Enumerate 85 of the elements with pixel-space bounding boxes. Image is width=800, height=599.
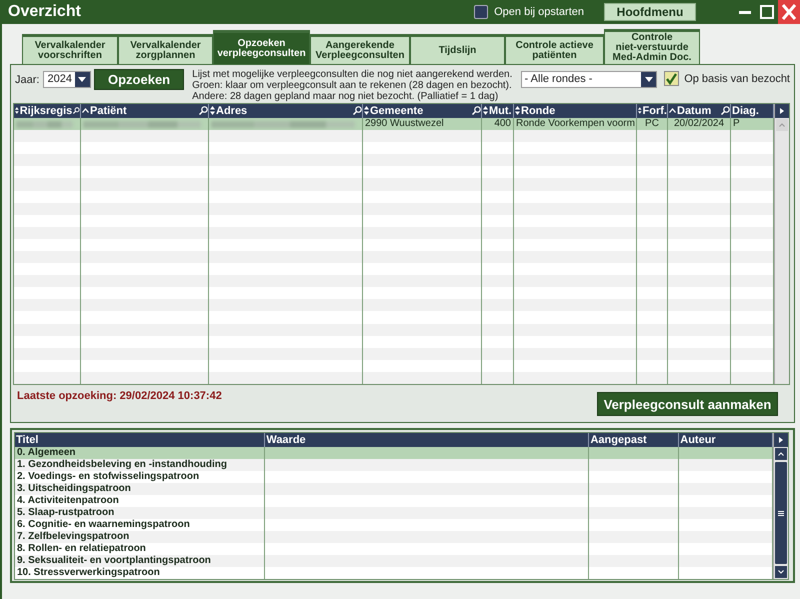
table-cell: 2990 Wuustwezel bbox=[365, 118, 444, 129]
column-title: Aangepast bbox=[590, 434, 647, 446]
sort-arrows-icon bbox=[483, 106, 488, 116]
window-title: Overzicht bbox=[8, 3, 82, 21]
table-cell: 10. Stressverwerkingspatroon bbox=[17, 567, 160, 578]
table-row[interactable]: 9. Seksualiteit- en voortplantingspatroon bbox=[15, 555, 773, 567]
search-icon bbox=[472, 106, 481, 116]
sort-caret-icon bbox=[669, 108, 676, 114]
table-cell: 5. Slaap-rustpatroon bbox=[17, 507, 114, 518]
tab[interactable]: Opzoeken verpleegconsulten bbox=[213, 30, 310, 64]
sort-arrows-icon bbox=[210, 106, 215, 116]
table-cell: PC bbox=[645, 118, 659, 129]
tab[interactable]: Controle actieve patiënten bbox=[505, 34, 604, 64]
create-consult-button[interactable]: Verpleegconsult aanmaken bbox=[597, 392, 778, 416]
scroll-down-button[interactable] bbox=[775, 566, 787, 578]
table-cell: 2. Voedings- en stofwisselingspatroon bbox=[17, 471, 200, 482]
table-cell: 1. Gezondheidsbeleving en -instandhouding bbox=[17, 459, 228, 470]
tab[interactable]: Tijdslijn bbox=[410, 34, 505, 64]
column-title: Mut. bbox=[489, 104, 512, 117]
table-row[interactable]: 1. Gezondheidsbeleving en -instandhouding bbox=[15, 459, 773, 471]
table-row[interactable]: 3. Uitscheidingspatroon bbox=[15, 483, 773, 495]
table-cell: 3. Uitscheidingspatroon bbox=[17, 483, 131, 494]
table-cell: 9. Seksualiteit- en voortplantingspatroon bbox=[17, 555, 211, 566]
caret-icon bbox=[644, 77, 653, 82]
caret-down-icon bbox=[778, 570, 784, 574]
table-row[interactable]: 0. Algemeen bbox=[15, 447, 773, 459]
column-title: Patiënt bbox=[90, 104, 127, 117]
search-icon bbox=[353, 106, 362, 116]
year-dropdown[interactable]: 2024 bbox=[43, 71, 91, 88]
table-cell: 0. Algemeen bbox=[17, 447, 76, 458]
caret-up-icon bbox=[779, 123, 785, 127]
caret-right-icon bbox=[780, 108, 784, 114]
column-title: Adres bbox=[216, 104, 248, 117]
tab[interactable]: Vervalkalender voorschriften bbox=[22, 34, 118, 64]
checkbox[interactable] bbox=[474, 5, 488, 19]
table-cell: 4. Activiteitenpatroon bbox=[17, 495, 119, 506]
search-icon bbox=[721, 106, 730, 116]
table-row[interactable]: 5. Slaap-rustpatroon bbox=[15, 507, 773, 519]
sort-caret-icon bbox=[82, 108, 89, 114]
column-title: Datum bbox=[677, 104, 712, 117]
tab[interactable]: Aangerekende Verpleegconsulten bbox=[310, 34, 410, 64]
close-icon[interactable] bbox=[778, 0, 800, 24]
caret-right-icon bbox=[779, 437, 783, 443]
caret-up-icon bbox=[778, 452, 784, 456]
table-row[interactable]: 2990 Wuustwezel 400 Ronde Voorkempen voorm PC 20/02/2024 P bbox=[14, 118, 774, 130]
table-row[interactable]: 7. Zelfbelevingspatroon bbox=[15, 531, 773, 543]
column-title: Auteur bbox=[680, 434, 716, 446]
info-text: Lijst met mogelijke verpleegconsulten die nog niet aangerekend werden. bbox=[192, 69, 514, 80]
search-icon bbox=[73, 106, 80, 116]
main-menu-button[interactable]: Hoofdmenu bbox=[604, 3, 696, 21]
checkbox-label: Open bij opstarten bbox=[494, 6, 584, 18]
column-title: Ronde bbox=[521, 104, 556, 117]
column-title: Forf. bbox=[642, 104, 667, 117]
column-title: Diag. bbox=[732, 104, 759, 117]
table-cell: 7. Zelfbelevingspatroon bbox=[17, 531, 130, 542]
column-title: Gemeente bbox=[370, 104, 424, 117]
caret-icon bbox=[78, 77, 86, 82]
round-dropdown[interactable]: - Alle rondes - bbox=[520, 71, 658, 88]
scroll-up-button[interactable] bbox=[775, 448, 787, 460]
year-label: Jaar: bbox=[15, 74, 40, 86]
table-cell: 6. Cognitie- en waarnemingspatroon bbox=[17, 519, 190, 530]
tab[interactable]: Controle niet-verstuurde Med-Admin Doc. bbox=[604, 29, 700, 64]
tab[interactable]: Vervalkalender zorgplannen bbox=[118, 34, 213, 64]
last-search-text: Laatste opzoeking: 29/02/2024 10:37:42 bbox=[17, 390, 222, 402]
sort-arrows-icon bbox=[638, 106, 642, 116]
blurred-text bbox=[16, 120, 73, 128]
table-cell: Ronde Voorkempen voorm bbox=[516, 118, 635, 129]
table-cell: 8. Rollen- en relatiepatroon bbox=[17, 543, 146, 554]
table-cell: 20/02/2024 bbox=[674, 118, 724, 129]
sort-arrows-icon bbox=[515, 106, 520, 116]
grip-icon bbox=[778, 510, 784, 516]
column-title: Rijksregis bbox=[20, 104, 72, 117]
sort-arrows-icon bbox=[364, 106, 369, 116]
search-icon bbox=[199, 106, 208, 116]
scrollbar-thumb[interactable] bbox=[775, 462, 787, 564]
search-button[interactable]: Opzoeken bbox=[94, 69, 184, 90]
column-title: Titel bbox=[16, 434, 38, 446]
info-text: Andere: 28 dagen gepland maar nog niet bezocht. (Palliatief = 1 dag) bbox=[192, 91, 500, 102]
checkbox-label: Op basis van bezocht bbox=[684, 72, 790, 84]
info-text: Groen: klaar om verpleegconsult aan te rekenen (28 dagen en bezocht). bbox=[192, 80, 513, 91]
checkbox[interactable] bbox=[664, 71, 680, 86]
column-title: Waarde bbox=[266, 434, 306, 446]
table-cell: P bbox=[733, 118, 740, 129]
table-cell: 400 bbox=[494, 118, 511, 129]
check-icon bbox=[665, 72, 678, 85]
